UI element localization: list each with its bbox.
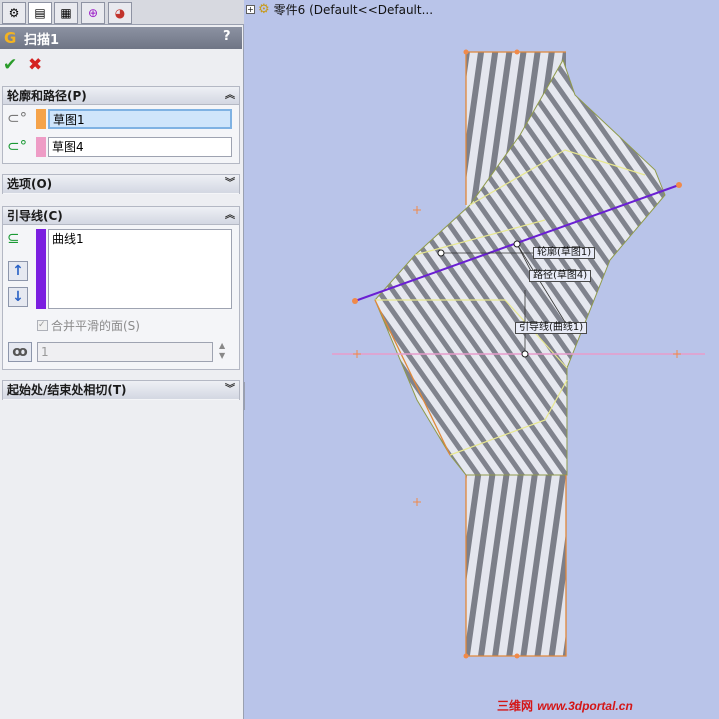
- path-selection-field[interactable]: 草图4: [48, 137, 232, 157]
- lower-cylinder: [466, 470, 566, 656]
- part-name: 零件6 (Default<<Default...: [273, 2, 434, 17]
- expand-chevron-icon[interactable]: ︾: [225, 381, 235, 399]
- guide-curves-list[interactable]: 曲线1: [48, 229, 232, 309]
- help-button[interactable]: ?: [223, 29, 237, 45]
- list-item[interactable]: 曲线1: [52, 230, 231, 248]
- expand-chevron-icon[interactable]: ︾: [225, 175, 235, 193]
- property-manager-panel: ⚙ ▤ ▦ ⊕ ◕ G 扫描1 ? ✔ ✖ 轮廓和路径(P) ︽ ⊂° 草图1 …: [0, 0, 244, 719]
- path-icon: ⊂°: [7, 137, 28, 155]
- expand-icon[interactable]: +: [246, 4, 255, 14]
- arrow-down-icon: ↓: [12, 289, 24, 305]
- appearance-ball-icon: ◕: [114, 6, 126, 20]
- profile-color-swatch: [36, 109, 46, 129]
- section-number-input[interactable]: 1: [37, 342, 213, 362]
- merge-smooth-faces-checkbox[interactable]: ✓: [37, 320, 48, 331]
- options-group: 选项(O) ︾: [2, 174, 240, 194]
- sweep-feature-icon: G: [4, 29, 17, 47]
- watermark-url: www.3dportal.cn: [537, 699, 633, 713]
- guide-curves-title: 引导线(C): [7, 209, 63, 223]
- profile-path-header[interactable]: 轮廓和路径(P) ︽: [3, 87, 239, 105]
- configuration-icon: ▦: [60, 6, 72, 20]
- merge-smooth-faces-option: ✓ 合并平滑的面(S): [37, 317, 140, 334]
- profile-path-title: 轮廓和路径(P): [7, 89, 87, 103]
- collapse-chevron-icon[interactable]: ︽: [225, 207, 235, 225]
- feature-tree-icon: ⚙: [8, 6, 20, 20]
- guide-callout[interactable]: 引导线(曲线1): [515, 322, 588, 334]
- profile-selection-field[interactable]: 草图1: [48, 109, 232, 129]
- configuration-manager-tab[interactable]: ▦: [54, 2, 78, 24]
- profile-path-group: 轮廓和路径(P) ︽ ⊂° 草图1 ⊂° 草图4: [2, 86, 240, 164]
- path-callout[interactable]: 路径(草图4): [529, 270, 592, 282]
- glasses-icon: ꝏ: [12, 344, 28, 360]
- ok-button[interactable]: ✔: [3, 55, 17, 75]
- tangency-title: 起始处/结束处相切(T): [7, 383, 127, 397]
- crosshair-icon: ⊕: [87, 6, 99, 20]
- guide-curve-icon: ⊆: [7, 229, 20, 247]
- guide-curves-header[interactable]: 引导线(C) ︽: [3, 207, 239, 225]
- watermark: 三维网 www.3dportal.cn: [497, 697, 633, 713]
- move-down-button[interactable]: ↓: [8, 287, 28, 307]
- part-icon: ⚙: [258, 1, 270, 17]
- feature-manager-tab[interactable]: ⚙: [2, 2, 26, 24]
- graphics-viewport[interactable]: [245, 0, 719, 719]
- merge-smooth-faces-label: 合并平滑的面(S): [51, 319, 140, 333]
- options-title: 选项(O): [7, 177, 53, 191]
- properties-icon: ▤: [34, 6, 46, 20]
- profile-icon: ⊂°: [7, 109, 28, 127]
- collapse-chevron-icon[interactable]: ︽: [225, 87, 235, 105]
- cancel-button[interactable]: ✖: [28, 55, 42, 75]
- watermark-cn: 三维网: [497, 699, 534, 713]
- dimxpert-tab[interactable]: ⊕: [81, 2, 105, 24]
- profile-callout[interactable]: 轮廓(草图1): [533, 247, 596, 259]
- feature-title-bar: G 扫描1 ?: [0, 27, 242, 49]
- feature-tree-root[interactable]: + ⚙ 零件6 (Default<<Default...: [246, 1, 433, 17]
- manager-tabs: ⚙ ▤ ▦ ⊕ ◕: [0, 0, 244, 25]
- model-view: [332, 49, 705, 659]
- tangency-header[interactable]: 起始处/结束处相切(T) ︾: [3, 381, 239, 399]
- guide-curves-group: 引导线(C) ︽ ⊆ 曲线1 ↑ ↓ ✓ 合并平滑的面(S) ꝏ 1 ▲ ▼: [2, 206, 240, 370]
- path-color-swatch: [36, 137, 46, 157]
- feature-title: 扫描1: [24, 32, 60, 48]
- display-manager-tab[interactable]: ◕: [108, 2, 132, 24]
- property-manager-tab[interactable]: ▤: [28, 2, 52, 24]
- spin-arrows-icon[interactable]: ▲ ▼: [219, 341, 225, 361]
- show-sections-button[interactable]: ꝏ: [8, 342, 32, 362]
- tangency-group: 起始处/结束处相切(T) ︾: [2, 380, 240, 400]
- arrow-up-icon: ↑: [12, 263, 24, 279]
- options-header[interactable]: 选项(O) ︾: [3, 175, 239, 193]
- guide-color-swatch: [36, 229, 46, 309]
- move-up-button[interactable]: ↑: [8, 261, 28, 281]
